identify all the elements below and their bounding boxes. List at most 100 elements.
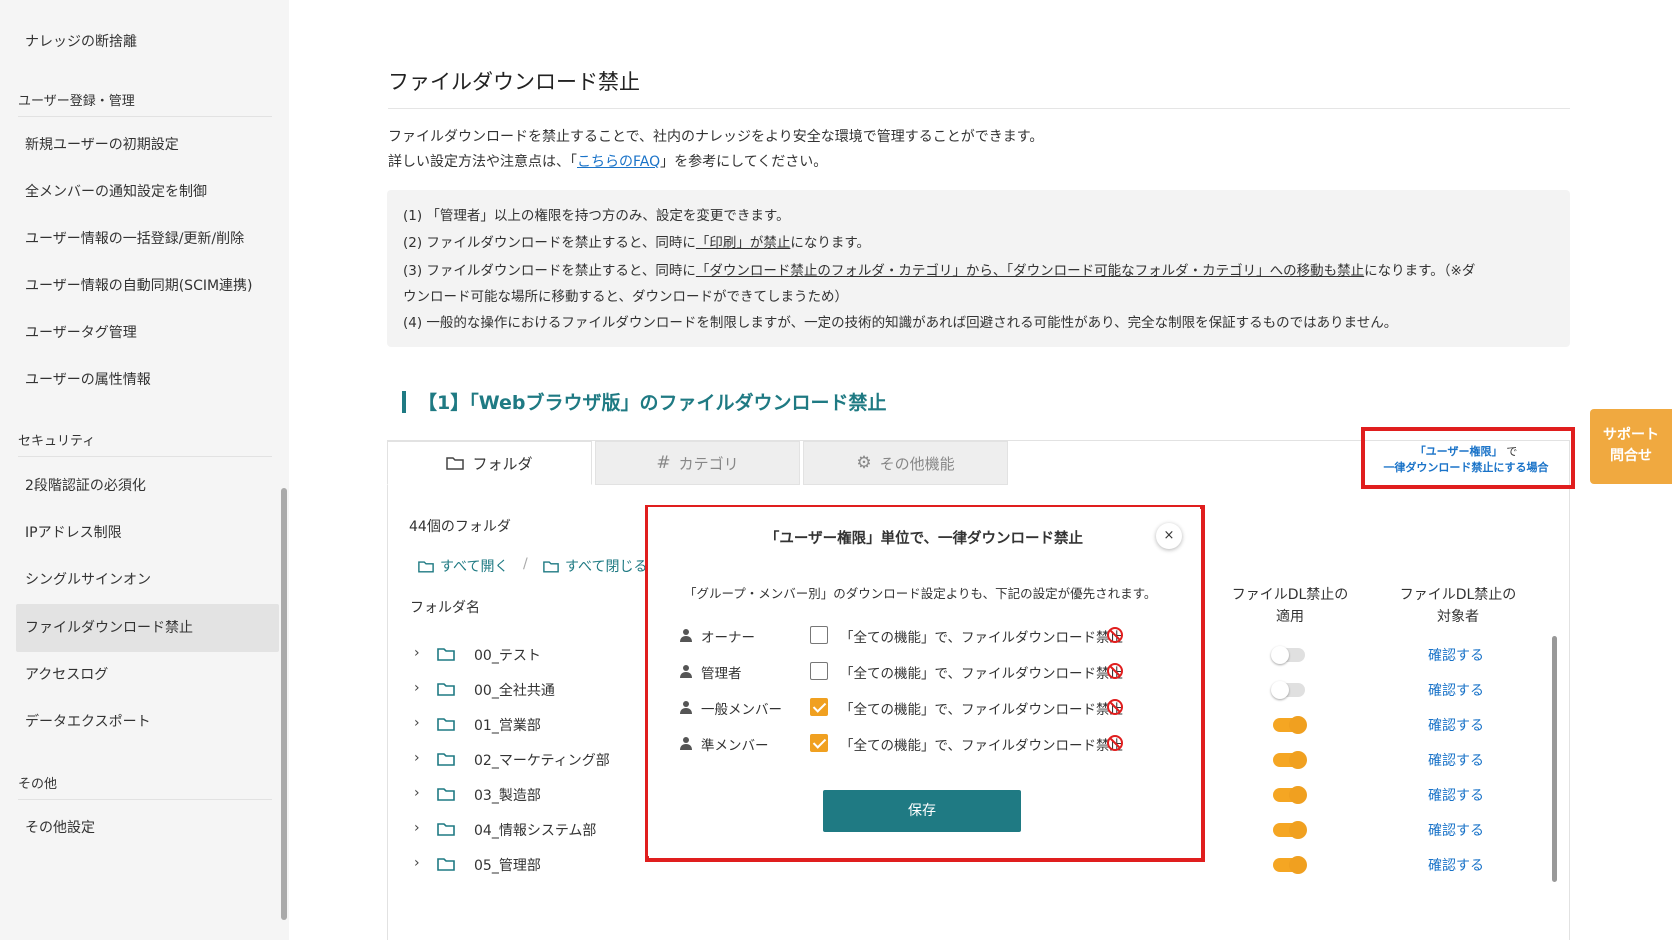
- column-header-apply: ファイルDL禁止の 適用: [1225, 584, 1355, 628]
- user-permission-modal: 「ユーザー権限」単位で、一律ダウンロード禁止 × 「グループ・メンバー別」のダウ…: [648, 507, 1200, 856]
- sidebar-item-user-attributes[interactable]: ユーザーの属性情報: [25, 369, 151, 389]
- hash-icon: #: [656, 453, 671, 473]
- confirm-targets-link[interactable]: 確認する: [1428, 645, 1484, 665]
- sidebar: ナレッジの断捨離 ユーザー登録・管理 新規ユーザーの初期設定 全メンバーの通知設…: [0, 0, 289, 940]
- faq-link[interactable]: こちらのFAQ: [577, 154, 660, 170]
- tab-category[interactable]: # カテゴリ: [595, 441, 800, 485]
- download-ban-toggle[interactable]: [1271, 681, 1305, 699]
- prohibited-icon: [1107, 627, 1123, 643]
- role-ban-checkbox[interactable]: [810, 734, 828, 752]
- sidebar-item-scim-sync[interactable]: ユーザー情報の自動同期(SCIM連携): [25, 275, 253, 295]
- confirm-targets-link[interactable]: 確認する: [1428, 785, 1484, 805]
- expand-all-link[interactable]: すべて開く: [418, 556, 508, 576]
- tab-folder-label: フォルダ: [472, 454, 533, 473]
- role-ban-description: 「全ての機能」で、ファイルダウンロード禁止: [840, 738, 1123, 754]
- download-ban-toggle[interactable]: [1273, 716, 1307, 734]
- notice-line-4: (4) 一般的な操作におけるファイルダウンロードを制限しますが、一定の技術的知識…: [403, 315, 1398, 331]
- notice-line-3b: ウンロード可能な場所に移動すると、ダウンロードができてしまうため）: [403, 289, 848, 305]
- prohibited-icon: [1107, 663, 1123, 679]
- support-contact-button[interactable]: サポート 問合せ: [1590, 409, 1672, 484]
- folder-name[interactable]: 03_製造部: [474, 785, 541, 805]
- expand-chevron-icon[interactable]: ›: [414, 715, 420, 731]
- expand-chevron-icon[interactable]: ›: [414, 680, 420, 696]
- sidebar-item-ip-restriction[interactable]: IPアドレス制限: [25, 522, 122, 542]
- notice-text: になります。: [790, 235, 871, 251]
- folder-name[interactable]: 00_テスト: [474, 645, 541, 665]
- sidebar-divider: [18, 456, 272, 457]
- role-ban-checkbox[interactable]: [810, 698, 828, 716]
- sidebar-item-knowledge-cleanup[interactable]: ナレッジの断捨離: [25, 31, 137, 51]
- modal-note: 「グループ・メンバー別」のダウンロード設定よりも、下記の設定が優先されます。: [684, 586, 1157, 601]
- collapse-all-link[interactable]: すべて閉じる: [543, 556, 647, 576]
- folder-name[interactable]: 04_情報システム部: [474, 820, 596, 840]
- folder-name[interactable]: 05_管理部: [474, 855, 541, 875]
- folder-name[interactable]: 01_営業部: [474, 715, 541, 735]
- notice-line-1: (1) 「管理者」以上の権限を持つ方のみ、設定を変更できます。: [403, 208, 790, 224]
- download-ban-toggle[interactable]: [1273, 821, 1307, 839]
- tab-category-label: カテゴリ: [678, 454, 739, 473]
- download-ban-toggle[interactable]: [1271, 646, 1305, 664]
- faq-suffix: 」を参考にしてください。: [660, 154, 828, 170]
- sidebar-item-notification-control[interactable]: 全メンバーの通知設定を制御: [25, 181, 207, 201]
- tab-other-features[interactable]: ⚙ その他機能: [803, 441, 1008, 485]
- confirm-targets-link[interactable]: 確認する: [1428, 680, 1484, 700]
- expand-chevron-icon[interactable]: ›: [414, 855, 420, 871]
- role-name: 管理者: [701, 666, 742, 682]
- role-ban-checkbox[interactable]: [810, 626, 828, 644]
- folder-icon: [437, 683, 455, 696]
- sidebar-item-new-user-defaults[interactable]: 新規ユーザーの初期設定: [25, 134, 179, 154]
- folder-icon: [437, 648, 455, 661]
- sidebar-item-sso[interactable]: シングルサインオン: [25, 569, 151, 589]
- sidebar-item-2fa[interactable]: 2段階認証の必須化: [25, 475, 146, 495]
- expand-chevron-icon[interactable]: ›: [414, 820, 420, 836]
- confirm-targets-link[interactable]: 確認する: [1428, 715, 1484, 735]
- tab-folder[interactable]: フォルダ: [387, 441, 592, 485]
- toggle-knob: [1289, 716, 1307, 734]
- role-name: 一般メンバー: [701, 702, 782, 718]
- prohibited-icon: [1107, 699, 1123, 715]
- close-icon[interactable]: ×: [1156, 523, 1182, 549]
- download-ban-toggle[interactable]: [1273, 751, 1307, 769]
- collapse-all-label: すべて閉じる: [565, 559, 648, 575]
- download-ban-toggle[interactable]: [1273, 856, 1307, 874]
- title-divider: [388, 108, 1570, 109]
- perm-link-text: で: [1506, 445, 1518, 458]
- confirm-targets-link[interactable]: 確認する: [1428, 855, 1484, 875]
- page-faq-line: 詳しい設定方法や注意点は、「こちらのFAQ」を参考にしてください。: [388, 151, 827, 171]
- expand-chevron-icon[interactable]: ›: [414, 750, 420, 766]
- role-ban-description: 「全ての機能」で、ファイルダウンロード禁止: [840, 666, 1123, 682]
- role-ban-checkbox[interactable]: [810, 662, 828, 680]
- toggle-knob: [1289, 751, 1307, 769]
- confirm-targets-link[interactable]: 確認する: [1428, 750, 1484, 770]
- notice-line-3: (3) ファイルダウンロードを禁止すると、同時に「ダウンロード禁止のフォルダ・カ…: [403, 259, 1475, 279]
- save-button[interactable]: 保存: [823, 790, 1021, 832]
- support-label: 問合せ: [1610, 448, 1652, 464]
- sidebar-item-access-log[interactable]: アクセスログ: [25, 664, 108, 684]
- notice-text: になります。（※ダ: [1364, 263, 1476, 279]
- expand-chevron-icon[interactable]: ›: [414, 785, 420, 801]
- role-row: 準メンバー 「全ての機能」で、ファイルダウンロード禁止: [680, 733, 1180, 754]
- folder-name[interactable]: 00_全社共通: [474, 680, 555, 700]
- folder-name[interactable]: 02_マーケティング部: [474, 750, 610, 770]
- sidebar-item-other-settings[interactable]: その他設定: [25, 817, 95, 837]
- user-icon: [680, 629, 692, 642]
- section-title: 【1】「Webブラウザ版」のファイルダウンロード禁止: [418, 392, 887, 414]
- download-ban-toggle[interactable]: [1273, 786, 1307, 804]
- sidebar-item-bulk-user-update[interactable]: ユーザー情報の一括登録/更新/削除: [25, 228, 244, 248]
- notice-text: (3) ファイルダウンロードを禁止すると、同時に: [403, 263, 696, 279]
- notice-text: (2) ファイルダウンロードを禁止すると、同時に: [403, 235, 696, 251]
- gear-icon: ⚙: [856, 453, 872, 473]
- role-row: オーナー 「全ての機能」で、ファイルダウンロード禁止: [680, 625, 1180, 646]
- sidebar-scrollbar[interactable]: [281, 488, 287, 920]
- expand-chevron-icon[interactable]: ›: [414, 645, 420, 661]
- column-header-line: 適用: [1276, 609, 1304, 625]
- confirm-targets-link[interactable]: 確認する: [1428, 820, 1484, 840]
- sidebar-item-user-tags[interactable]: ユーザータグ管理: [25, 322, 137, 342]
- sidebar-item-file-download-ban[interactable]: ファイルダウンロード禁止: [25, 617, 193, 637]
- folder-icon: [437, 858, 455, 871]
- table-scrollbar[interactable]: [1552, 636, 1557, 882]
- column-header-target: ファイルDL禁止の 対象者: [1393, 584, 1523, 628]
- toggle-knob: [1271, 646, 1289, 664]
- user-permission-link[interactable]: 「ユーザー権限」 で 一律ダウンロード禁止にする場合: [1366, 444, 1566, 476]
- sidebar-item-data-export[interactable]: データエクスポート: [25, 711, 151, 731]
